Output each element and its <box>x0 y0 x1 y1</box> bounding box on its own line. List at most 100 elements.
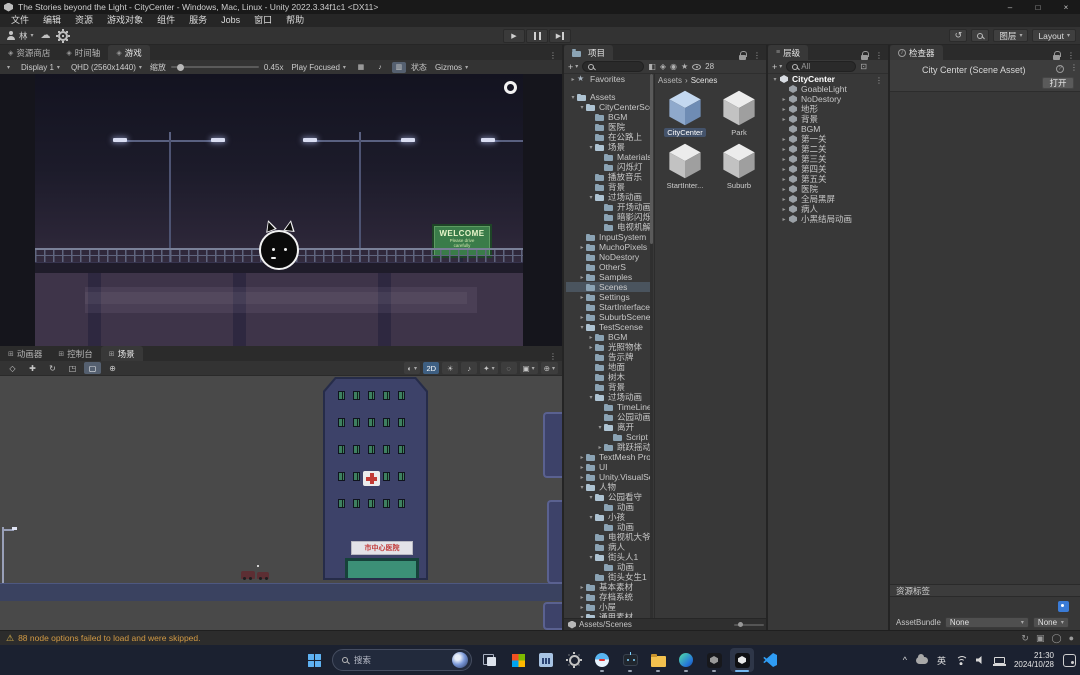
hierarchy-item[interactable]: ▸ 第一关 <box>768 134 890 144</box>
panel-menu-icon[interactable]: ⋮ <box>870 51 888 60</box>
tab-project[interactable]: 项目 <box>564 45 614 60</box>
expand-arrow-icon[interactable]: ▸ <box>780 116 788 123</box>
project-tree-item[interactable]: 医院 <box>566 122 650 132</box>
search-icon[interactable] <box>971 29 990 42</box>
project-tree-item[interactable]: ▸ 小屋 <box>566 602 650 612</box>
project-tree-item[interactable]: 背景 <box>566 182 650 192</box>
project-tree-item[interactable]: ▾ 过场动画 <box>566 192 650 202</box>
project-tree-item[interactable]: ▸ 跳跃摇动 <box>566 442 650 452</box>
project-tree-item[interactable]: Materials <box>566 152 650 162</box>
view-tab[interactable]: ⊞ 动画器 <box>0 346 50 361</box>
favorites-filter-icon[interactable]: ★ <box>681 62 688 71</box>
settings-gear-icon[interactable] <box>57 30 68 41</box>
project-tree-item[interactable]: ▾ 离开 <box>566 422 650 432</box>
project-tree-scrollbar[interactable] <box>650 74 653 618</box>
expand-arrow-icon[interactable]: ▸ <box>578 584 586 591</box>
project-tree-item[interactable]: Scenes <box>566 282 650 292</box>
project-tree-item[interactable]: ▾ CityCenterSce <box>566 102 650 112</box>
search-by-type-icon[interactable]: ◧ <box>648 62 656 71</box>
play-focus-dropdown[interactable]: Play Focused ▾ <box>288 61 348 73</box>
project-tree-item[interactable]: 地面 <box>566 362 650 372</box>
expand-arrow-icon[interactable]: ▸ <box>780 166 788 173</box>
expand-arrow-icon[interactable]: ▸ <box>587 334 595 341</box>
hierarchy-item[interactable]: GoableLight <box>768 84 890 94</box>
project-splitter[interactable] <box>654 74 655 618</box>
taskbar-search-input[interactable]: 搜索 <box>332 649 472 671</box>
project-tree-item[interactable]: ▾ 街头人1 <box>566 552 650 562</box>
transform-tool-icon[interactable]: ⊕ <box>104 362 121 374</box>
hierarchy-item[interactable]: ▸ NoDestory <box>768 94 890 104</box>
expand-arrow-icon[interactable]: ▸ <box>578 474 586 481</box>
zoom-slider-knob[interactable] <box>176 63 184 71</box>
project-tree-item[interactable]: NoDestory <box>566 252 650 262</box>
project-tree-item[interactable]: InputSystem <box>566 232 650 242</box>
package-icon[interactable]: ▣ <box>1036 633 1045 644</box>
menu-item[interactable]: 服务 <box>182 14 214 27</box>
expand-arrow-icon[interactable]: ▸ <box>578 314 586 321</box>
move-tool-icon[interactable]: ✚ <box>24 362 41 374</box>
project-tree-item[interactable]: OtherS <box>566 262 650 272</box>
view-tab[interactable]: ◈ 时间轴 <box>58 45 108 60</box>
panel-menu-icon[interactable]: ⋮ <box>544 352 562 361</box>
project-tree-item[interactable]: StartInterface <box>566 302 650 312</box>
tray-icon[interactable]: ^ <box>903 655 907 665</box>
rotate-tool-icon[interactable]: ↻ <box>44 362 61 374</box>
search-highlights-icon[interactable] <box>452 652 468 668</box>
project-tree-item[interactable]: ▸ 光照物体 <box>566 342 650 352</box>
project-tree-item[interactable]: TimeLine <box>566 402 650 412</box>
project-tree-item[interactable]: 背景 <box>566 382 650 392</box>
thumbnail-size-slider[interactable] <box>734 622 764 627</box>
add-asset-button[interactable]: + ▾ <box>568 62 578 72</box>
assetbundle-dropdown[interactable]: None ▾ <box>944 616 1029 628</box>
mute-audio-icon[interactable]: ♪ <box>373 62 387 73</box>
hierarchy-search-input[interactable]: All <box>786 61 857 72</box>
project-tree-item[interactable]: ▸ TextMesh Pro <box>566 452 650 462</box>
rect-tool-icon[interactable]: ▢ <box>84 362 101 374</box>
expand-arrow-icon[interactable]: ▾ <box>587 144 595 151</box>
project-tree-item[interactable]: ▸ 存档系统 <box>566 592 650 602</box>
scene-asset[interactable]: StartInter... <box>660 143 710 190</box>
label-tag-icon[interactable] <box>1058 601 1069 612</box>
project-tree-item[interactable]: 闪烁灯 <box>566 162 650 172</box>
project-tree-item[interactable]: ▸ UI <box>566 462 650 472</box>
expand-arrow-icon[interactable]: ▸ <box>596 444 604 451</box>
tray-icon[interactable] <box>915 653 928 664</box>
project-tree-item[interactable]: ▸ Favorites <box>566 74 650 84</box>
expand-arrow-icon[interactable]: ▸ <box>578 594 586 601</box>
scene-viewport[interactable]: 市中心医院 <box>0 376 562 630</box>
project-tree-item[interactable]: 动画 <box>566 562 650 572</box>
hierarchy-item[interactable]: ▸ 全局黑屏 <box>768 194 890 204</box>
shading-mode-dropdown[interactable]: ◐ ▾ <box>404 362 421 374</box>
layers-dropdown[interactable]: 图层 ▾ <box>993 29 1029 42</box>
breadcrumb-root[interactable]: Assets <box>658 76 682 85</box>
layout-dropdown[interactable]: Layout ▾ <box>1032 29 1076 42</box>
project-tree-item[interactable]: 公园动画 <box>566 412 650 422</box>
project-tree-item[interactable]: 病人 <box>566 542 650 552</box>
expand-arrow-icon[interactable]: ▸ <box>578 604 586 611</box>
scene-asset[interactable]: Park <box>714 90 764 137</box>
project-tree-item[interactable]: 开场动画 <box>566 202 650 212</box>
hierarchy-item[interactable]: ▸ 第二关 <box>768 144 890 154</box>
expand-arrow-icon[interactable]: ▾ <box>587 494 595 501</box>
panel-menu-icon[interactable]: ⋮ <box>1062 51 1080 60</box>
2d-mode-toggle[interactable]: 2D <box>423 362 440 374</box>
expand-arrow-icon[interactable]: ▸ <box>578 244 586 251</box>
taskbar-app-button[interactable] <box>534 648 558 672</box>
hierarchy-item[interactable]: ▾ CityCenter <box>768 74 890 84</box>
taskbar-app-button[interactable] <box>758 648 782 672</box>
hierarchy-item[interactable]: ▸ 医院 <box>768 184 890 194</box>
expand-arrow-icon[interactable]: ▸ <box>578 274 586 281</box>
project-tree-item[interactable]: 播放音乐 <box>566 172 650 182</box>
gizmo-target-dropdown-icon[interactable]: ⊕ ▾ <box>540 362 558 374</box>
expand-arrow-icon[interactable]: ▾ <box>596 424 604 431</box>
tab-hierarchy[interactable]: ≡ 层级 <box>768 45 809 60</box>
scene-asset[interactable]: Suburb <box>714 143 764 190</box>
menu-item[interactable]: 文件 <box>4 14 36 27</box>
audio-toggle-icon[interactable]: ♪ <box>461 362 478 374</box>
menu-item[interactable]: Jobs <box>214 14 247 27</box>
taskbar-clock[interactable]: 21:30 2024/10/28 <box>1014 651 1054 669</box>
search-by-label-icon[interactable]: ◈ <box>660 62 666 71</box>
zoom-slider[interactable] <box>170 63 259 71</box>
project-tree-item[interactable]: 电视机解说 <box>566 222 650 232</box>
progress-icon[interactable]: ◯ <box>1051 633 1061 644</box>
